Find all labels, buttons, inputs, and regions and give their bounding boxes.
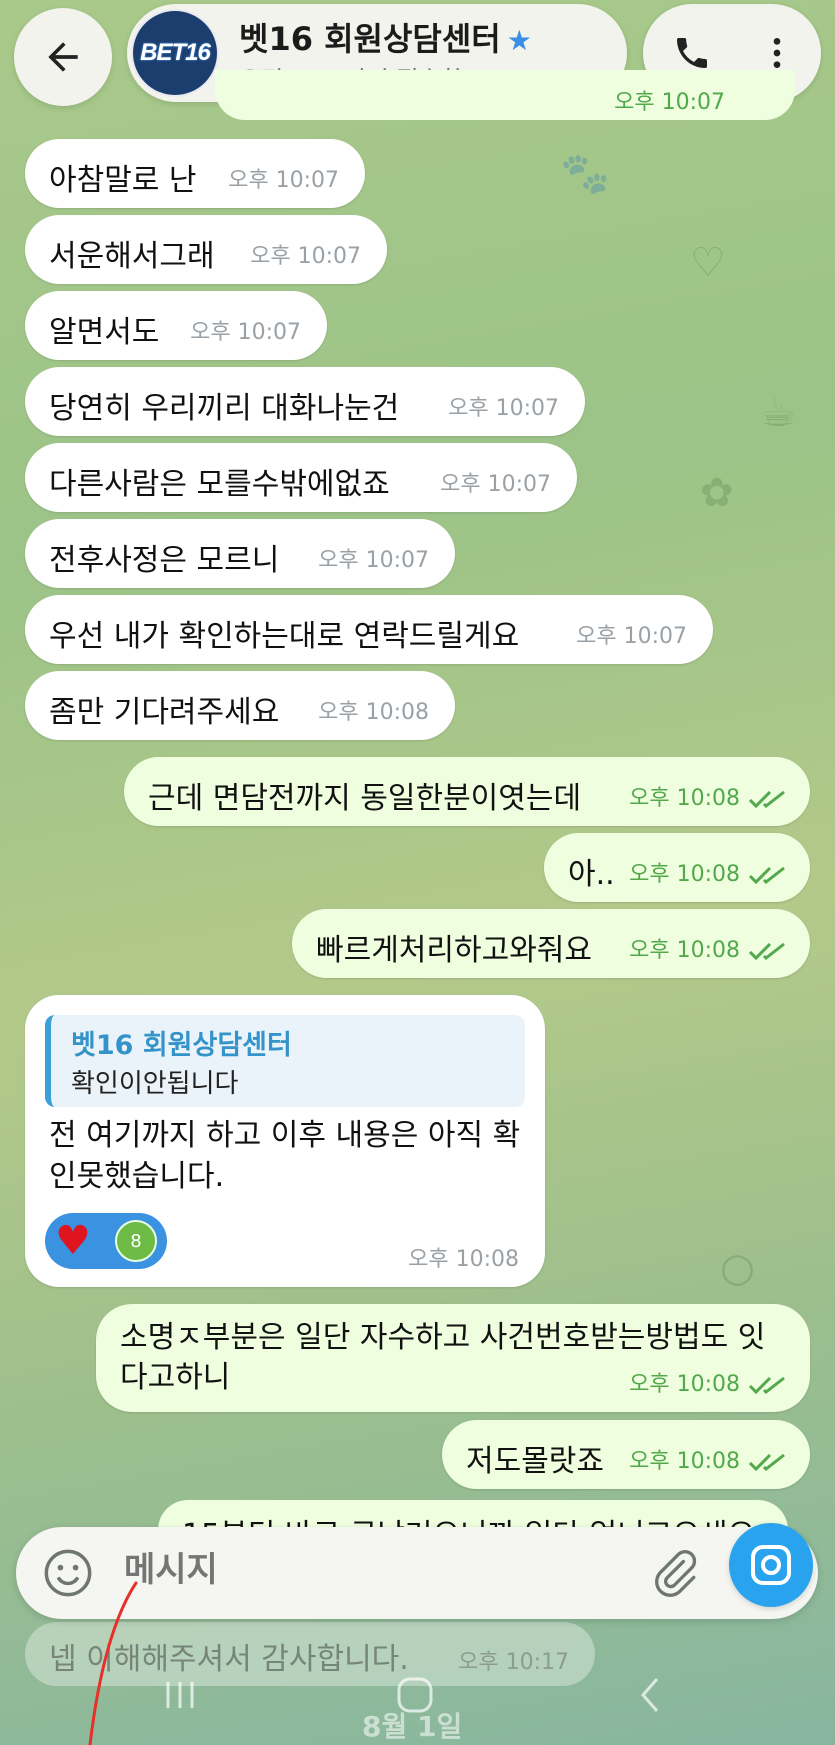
message-in-reply[interactable]: 벳16 회원상담센터 확인이안됩니다 전 여기까지 하고 이후 내용은 아직 확… bbox=[25, 995, 545, 1287]
message-text: 알면서도 bbox=[49, 315, 160, 350]
camera-button[interactable] bbox=[729, 1523, 813, 1607]
heart-icon: ♥ bbox=[55, 1218, 91, 1264]
message-text: 좀만 기다려주세요 bbox=[49, 695, 280, 730]
message-out[interactable]: 근데 면담전까지 동일한분이엿는데 오후 10:08 bbox=[124, 757, 810, 826]
avatar[interactable]: BET16 bbox=[131, 9, 219, 97]
message-composer bbox=[16, 1527, 818, 1619]
message-time: 오후 10:07 bbox=[440, 472, 551, 497]
smiley-icon bbox=[44, 1549, 92, 1597]
message-time: 오후 10:08 bbox=[629, 1372, 740, 1397]
star-icon: ★ bbox=[506, 24, 532, 57]
camera-icon bbox=[751, 1545, 791, 1585]
message-text: 서운해서그래 bbox=[49, 239, 215, 274]
message-in[interactable]: 전후사정은 모르니 오후 10:07 bbox=[25, 519, 455, 588]
message-time: 오후 10:07 bbox=[318, 548, 429, 573]
reaction-count: 8 bbox=[115, 1220, 157, 1262]
message-in[interactable]: 아참말로 난 오후 10:07 bbox=[25, 139, 365, 208]
message-out[interactable]: 저도몰랏죠 오후 10:08 bbox=[442, 1420, 810, 1489]
message-text: 넵 이해해주셔서 감사합니다. bbox=[49, 1642, 409, 1677]
reaction-chip[interactable]: ♥ 8 bbox=[45, 1213, 167, 1269]
message-out[interactable]: 소명ㅈ부분은 일단 자수하고 사건번호받는방법도 잇다고하니 오후 10:08 bbox=[96, 1304, 810, 1412]
back-nav-button[interactable] bbox=[620, 1670, 680, 1720]
message-text: 전 여기까지 하고 이후 내용은 아직 확인못했습니다. bbox=[49, 1118, 521, 1194]
doodle-cup: ☕ bbox=[760, 390, 796, 436]
recents-icon bbox=[166, 1682, 194, 1708]
message-time: 오후 10:07 bbox=[190, 320, 301, 345]
attach-button[interactable] bbox=[646, 1545, 702, 1601]
message-time: 오후 10:08 bbox=[629, 862, 740, 887]
doodle-dog: 🐾 bbox=[560, 151, 610, 197]
chat-title: 벳16 회원상담센터 ★ bbox=[239, 20, 532, 58]
doodle-pineapple: ✿ bbox=[700, 470, 734, 516]
message-text: 아참말로 난 bbox=[49, 163, 197, 198]
message-text: 아.. bbox=[568, 857, 615, 892]
doodle-heart: ♡ bbox=[690, 240, 726, 286]
message-out[interactable]: 빠르게처리하고와줘요 오후 10:08 bbox=[292, 909, 810, 978]
message-time: 오후 10:17 bbox=[458, 1650, 569, 1675]
message-time: 오후 10:08 bbox=[629, 786, 740, 811]
quoted-sender: 벳16 회원상담센터 bbox=[71, 1030, 292, 1061]
message-time: 오후 10:07 bbox=[448, 396, 559, 421]
read-check-icon bbox=[748, 790, 785, 809]
message-in-faded: 넵 이해해주셔서 감사합니다. 오후 10:17 bbox=[25, 1622, 595, 1686]
phone-icon bbox=[677, 38, 707, 68]
chevron-left-icon bbox=[641, 1678, 659, 1712]
read-check-icon bbox=[748, 1453, 785, 1472]
message-out[interactable]: 아.. 오후 10:08 bbox=[544, 833, 810, 902]
doodle-bulb: ○ bbox=[720, 1245, 755, 1291]
message-time: 오후 10:08 bbox=[408, 1247, 519, 1272]
message-text: 전후사정은 모르니 bbox=[49, 543, 280, 578]
read-check-icon bbox=[748, 866, 785, 885]
message-in[interactable]: 알면서도 오후 10:07 bbox=[25, 291, 327, 360]
read-check-icon bbox=[748, 942, 785, 961]
message-time: 오후 10:08 bbox=[629, 938, 740, 963]
message-text: 근데 면담전까지 동일한분이엿는데 bbox=[148, 781, 582, 816]
message-input[interactable] bbox=[122, 1549, 546, 1591]
message-in[interactable]: 서운해서그래 오후 10:07 bbox=[25, 215, 387, 284]
emoji-button[interactable] bbox=[40, 1545, 96, 1601]
message-text: 빠르게처리하고와줘요 bbox=[316, 933, 592, 968]
message-time: 오후 10:08 bbox=[629, 1449, 740, 1474]
message-time: 오후 10:07 bbox=[228, 168, 339, 193]
message-text: 다른사람은 모를수밖에없죠 bbox=[49, 467, 390, 502]
recents-nav-button[interactable] bbox=[150, 1670, 210, 1720]
message-time: 오후 10:07 bbox=[614, 90, 725, 115]
paperclip-icon bbox=[655, 1550, 697, 1597]
message-text: 우선 내가 확인하는대로 연락드릴게요 bbox=[49, 619, 520, 654]
message-in[interactable]: 다른사람은 모를수밖에없죠 오후 10:07 bbox=[25, 443, 577, 512]
date-separator: 8월 1일 bbox=[362, 1710, 463, 1743]
message-out-partial[interactable]: 오후 10:07 bbox=[215, 70, 795, 120]
message-time: 오후 10:07 bbox=[576, 624, 687, 649]
message-text: 당연히 우리끼리 대화나눈건 bbox=[49, 391, 400, 426]
back-arrow-icon bbox=[48, 42, 78, 72]
message-time: 오후 10:07 bbox=[250, 244, 361, 269]
more-vert-icon bbox=[773, 38, 781, 68]
message-time: 오후 10:08 bbox=[318, 700, 429, 725]
message-in[interactable]: 좀만 기다려주세요 오후 10:08 bbox=[25, 671, 455, 740]
message-in[interactable]: 당연히 우리끼리 대화나눈건 오후 10:07 bbox=[25, 367, 585, 436]
quoted-message[interactable]: 벳16 회원상담센터 확인이안됩니다 bbox=[45, 1015, 525, 1107]
back-button[interactable] bbox=[14, 8, 112, 106]
quoted-text: 확인이안됩니다 bbox=[71, 1069, 239, 1099]
read-check-icon bbox=[748, 1376, 785, 1395]
message-in[interactable]: 우선 내가 확인하는대로 연락드릴게요 오후 10:07 bbox=[25, 595, 713, 664]
message-text: 저도몰랏죠 bbox=[466, 1444, 604, 1479]
